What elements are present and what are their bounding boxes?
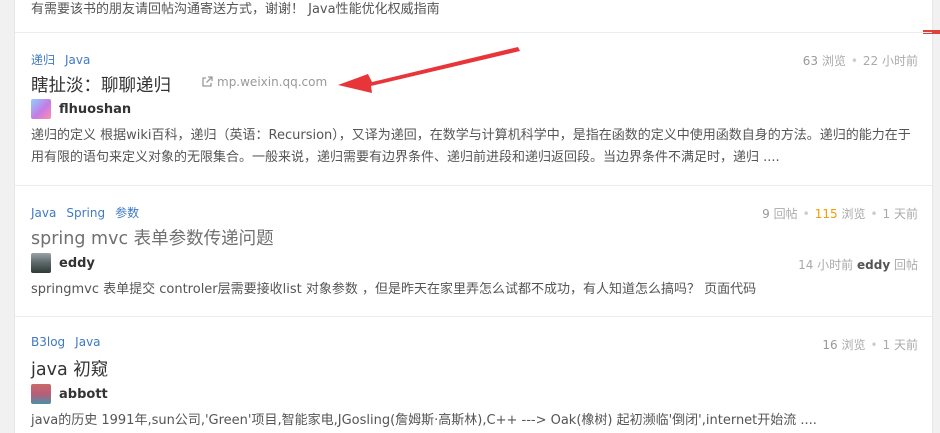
avatar[interactable] xyxy=(31,384,51,404)
avatar[interactable] xyxy=(31,253,51,273)
post-1-author[interactable]: flhuoshan xyxy=(31,99,131,119)
author-name[interactable]: flhuoshan xyxy=(59,102,131,117)
post-time: 1 天前 xyxy=(882,338,918,352)
tag-link[interactable]: 参数 xyxy=(115,206,139,220)
post-2-last-reply: 14 小时前 eddy 回帖 xyxy=(798,256,918,273)
reply-count: 9 xyxy=(762,207,770,221)
post-time: 1 天前 xyxy=(882,207,918,221)
tag-link[interactable]: Java xyxy=(31,206,56,220)
tag-link[interactable]: B3log xyxy=(31,335,65,349)
divider xyxy=(15,316,932,317)
reply-label: 回帖 xyxy=(773,207,798,221)
view-label: 浏览 xyxy=(841,338,866,352)
post-1-meta: 63 浏览 • 22 小时前 xyxy=(802,54,918,68)
previous-post-excerpt: 有需要该书的朋友请回帖沟通寄送方式，谢谢！ Java性能优化权威指南 xyxy=(31,2,440,17)
post-1-source-link[interactable]: mp.weixin.qq.com xyxy=(201,75,327,89)
view-count: 115 xyxy=(814,207,838,221)
external-link-icon xyxy=(202,76,213,87)
tag-link[interactable]: Java xyxy=(65,53,90,67)
post-3-title[interactable]: java 初窥 xyxy=(31,356,108,381)
post-2-title[interactable]: spring mvc 表单参数传递问题 xyxy=(31,225,274,250)
tag-link[interactable]: Java xyxy=(75,335,100,349)
post-3-meta: 16 浏览 • 1 天前 xyxy=(822,338,918,352)
post-2-meta: 9 回帖 • 115 浏览 • 1 天前 xyxy=(762,207,918,221)
tag-link[interactable]: 递归 xyxy=(31,53,55,67)
post-3-author[interactable]: abbott xyxy=(31,384,108,404)
view-count: 63 xyxy=(802,54,818,68)
tag-link[interactable]: Spring xyxy=(66,206,105,220)
last-reply-label: 回帖 xyxy=(893,258,918,272)
divider xyxy=(15,32,932,33)
view-label: 浏览 xyxy=(841,207,866,221)
post-2-author[interactable]: eddy xyxy=(31,253,95,273)
last-reply-time: 14 小时前 xyxy=(798,258,854,272)
post-feed: 有需要该书的朋友请回帖沟通寄送方式，谢谢！ Java性能优化权威指南 递归 Jav… xyxy=(14,0,940,433)
avatar[interactable] xyxy=(31,99,51,119)
post-1-excerpt: 递归的定义 根据wiki百科，递归（英语：Recursion），又译为递回，在数… xyxy=(31,128,911,165)
post-1-tags: 递归 Java xyxy=(31,51,100,68)
view-count: 16 xyxy=(822,338,838,352)
author-name[interactable]: eddy xyxy=(59,256,95,271)
post-1-title[interactable]: 瞎扯淡：聊聊递归 xyxy=(31,72,171,97)
post-2-excerpt: springmvc 表单提交 controler层需要接收list 对象参数 ，… xyxy=(31,282,757,297)
author-name[interactable]: abbott xyxy=(59,387,108,402)
post-3-excerpt: java的历史 1991年,sun公司,'Green'项目,智能家电,JGosl… xyxy=(31,413,817,428)
post-2-tags: Java Spring 参数 xyxy=(31,204,149,221)
post-3-tags: B3log Java xyxy=(31,335,111,349)
source-domain: mp.weixin.qq.com xyxy=(217,75,328,89)
post-time: 22 小时前 xyxy=(862,54,918,68)
divider xyxy=(15,185,932,186)
last-reply-user[interactable]: eddy xyxy=(857,258,890,272)
view-label: 浏览 xyxy=(821,54,846,68)
